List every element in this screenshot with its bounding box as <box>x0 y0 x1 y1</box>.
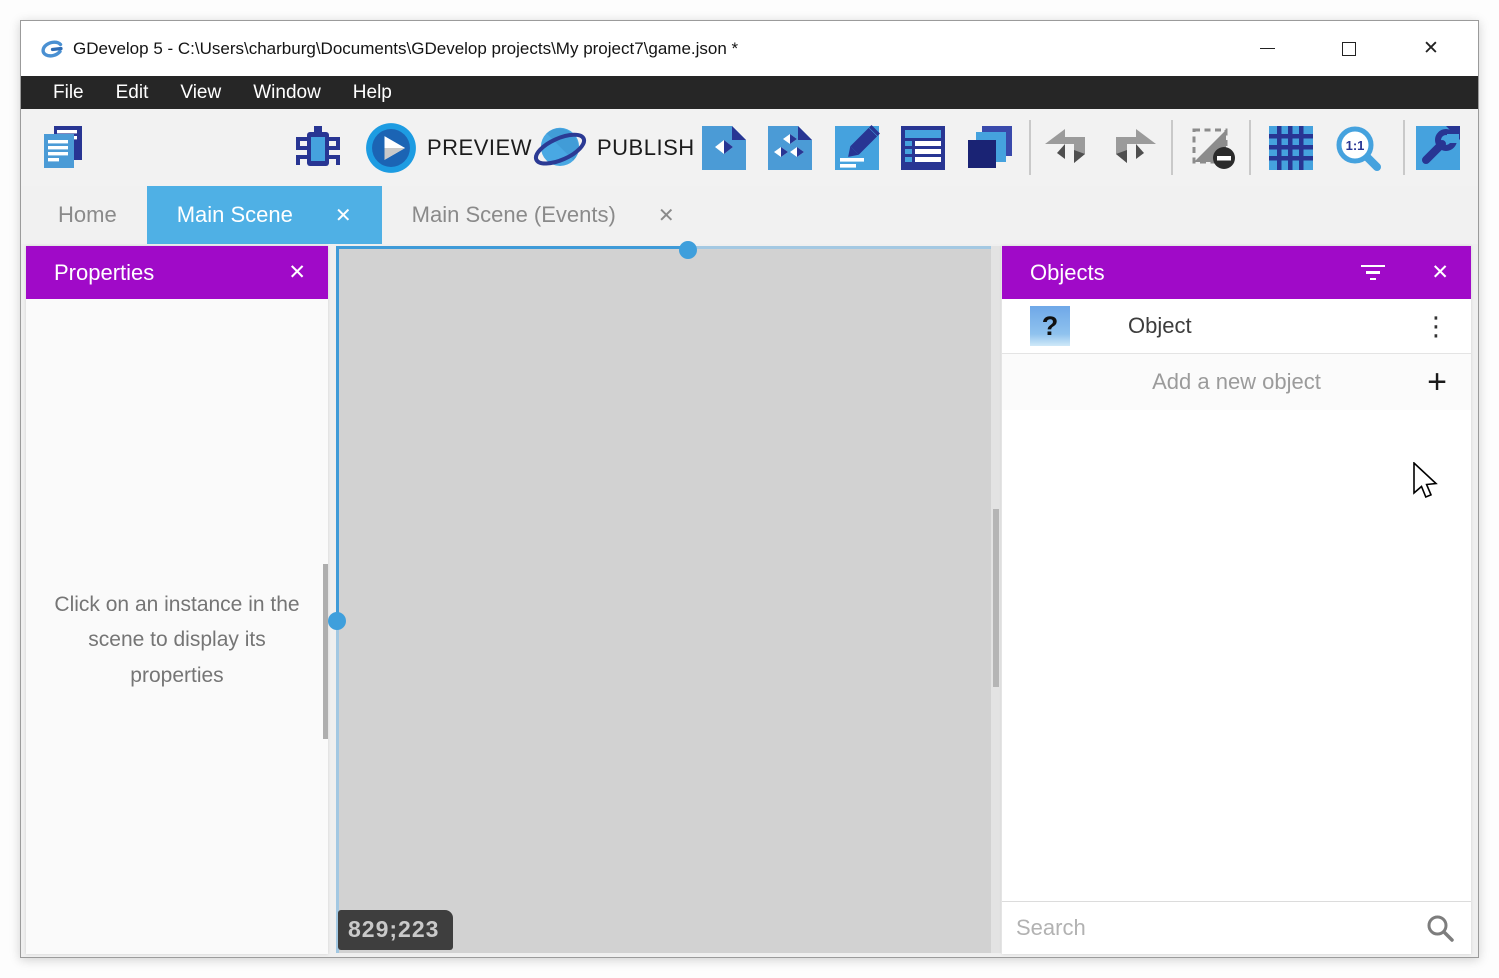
properties-panel-title: Properties <box>54 260 154 286</box>
preview-play-icon <box>365 122 417 174</box>
objects-panel: Objects ✕ ? Object ⋮ Add a new object + <box>1002 246 1471 954</box>
scene-window-border-top <box>336 246 688 249</box>
toggle-grid-button[interactable] <box>1265 122 1317 174</box>
tab-label: Main Scene <box>177 202 293 228</box>
objects-panel-title: Objects <box>1030 260 1105 286</box>
maximize-icon <box>1342 42 1356 56</box>
canvas-vertical-scrollbar[interactable] <box>991 246 1001 953</box>
toggle-window-mask-button[interactable] <box>1186 122 1238 174</box>
events-sheet-button[interactable] <box>897 122 949 174</box>
layers-button[interactable] <box>964 122 1016 174</box>
objects-list-button[interactable] <box>764 122 816 174</box>
gdevelop-logo-icon <box>39 36 65 62</box>
scene-resize-handle-top[interactable] <box>679 241 697 259</box>
publish-label: PUBLISH <box>597 135 695 161</box>
close-button[interactable]: ✕ <box>1411 29 1451 69</box>
more-options-icon[interactable]: ⋮ <box>1423 311 1449 342</box>
objects-list-icon <box>766 124 814 172</box>
tab-close-icon[interactable]: ✕ <box>658 203 675 228</box>
menubar: File Edit View Window Help <box>21 76 1478 109</box>
app-window: GDevelop 5 - C:\Users\charburg\Documents… <box>20 20 1479 958</box>
debugger-button[interactable] <box>292 122 344 174</box>
menu-edit[interactable]: Edit <box>100 76 165 109</box>
cursor-coordinates-badge: 829;223 <box>338 910 453 950</box>
object-name: Object <box>1128 313 1192 339</box>
undo-button[interactable] <box>1041 122 1093 174</box>
settings-wrench-icon <box>1414 124 1462 172</box>
publish-globe-icon <box>533 121 587 175</box>
tab-label: Main Scene (Events) <box>412 202 616 228</box>
settings-button[interactable] <box>1412 122 1464 174</box>
svg-text:1:1: 1:1 <box>1346 138 1365 153</box>
close-icon: ✕ <box>1423 39 1439 58</box>
filter-icon[interactable] <box>1361 265 1385 281</box>
objects-search-bar <box>1002 901 1471 954</box>
scene-window-border-left-extension <box>336 621 339 953</box>
grid-icon <box>1267 124 1315 172</box>
layers-icon <box>966 124 1014 172</box>
edit-scene-icon <box>700 124 748 172</box>
scene-properties-button[interactable] <box>831 122 883 174</box>
preview-button[interactable]: PREVIEW <box>365 122 532 174</box>
zoom-1-1-icon: 1:1 <box>1334 124 1382 172</box>
properties-close-icon[interactable]: ✕ <box>288 260 306 285</box>
project-manager-icon <box>40 124 88 172</box>
search-input[interactable] <box>1016 915 1471 941</box>
window-title: GDevelop 5 - C:\Users\charburg\Documents… <box>73 39 738 59</box>
toolbar-separator <box>1029 120 1031 175</box>
minimize-button[interactable] <box>1247 29 1287 69</box>
object-list-item[interactable]: ? Object ⋮ <box>1002 299 1471 354</box>
zoom-1-1-button[interactable]: 1:1 <box>1332 122 1384 174</box>
scene-resize-handle-left[interactable] <box>328 612 346 630</box>
tab-close-icon[interactable]: ✕ <box>335 203 352 228</box>
objects-empty-space <box>1002 410 1471 901</box>
redo-button[interactable] <box>1108 122 1160 174</box>
properties-body: Click on an instance in the scene to dis… <box>26 299 328 954</box>
objects-panel-header: Objects ✕ <box>1002 246 1471 299</box>
scene-canvas[interactable]: 829;223 <box>336 246 991 953</box>
toolbar-separator <box>1403 120 1405 175</box>
toolbar-separator <box>1171 120 1173 175</box>
undo-icon <box>1043 124 1091 172</box>
properties-panel: Properties ✕ Click on an instance in the… <box>26 246 328 954</box>
menu-window[interactable]: Window <box>237 76 337 109</box>
events-sheet-icon <box>899 124 947 172</box>
preview-label: PREVIEW <box>427 135 532 161</box>
object-thumbnail-icon: ? <box>1030 306 1070 346</box>
properties-panel-header: Properties ✕ <box>26 246 328 299</box>
add-object-row[interactable]: Add a new object + <box>1002 354 1471 410</box>
menu-help[interactable]: Help <box>337 76 408 109</box>
minimize-icon <box>1260 48 1275 49</box>
properties-scrollbar[interactable] <box>323 564 328 739</box>
objects-close-icon[interactable]: ✕ <box>1431 260 1449 285</box>
tabbar: Home Main Scene ✕ Main Scene (Events) ✕ <box>21 186 1478 244</box>
scene-window-border-top-extension <box>688 246 991 249</box>
tab-main-scene[interactable]: Main Scene ✕ <box>147 186 382 244</box>
menu-file[interactable]: File <box>37 76 100 109</box>
toolbar-separator <box>1249 120 1251 175</box>
tab-main-scene-events[interactable]: Main Scene (Events) ✕ <box>382 186 705 244</box>
redo-icon <box>1110 124 1158 172</box>
scene-window-border-left <box>336 246 339 621</box>
add-icon: + <box>1427 365 1447 399</box>
publish-button[interactable]: PUBLISH <box>533 122 695 174</box>
tab-label: Home <box>58 202 117 228</box>
scene-properties-pencil-icon <box>833 124 881 172</box>
properties-empty-message: Click on an instance in the scene to dis… <box>46 587 308 693</box>
window-mask-icon <box>1188 124 1236 172</box>
edit-scene-button[interactable] <box>698 122 750 174</box>
project-manager-button[interactable] <box>38 122 90 174</box>
debugger-icon <box>294 124 342 172</box>
menu-view[interactable]: View <box>164 76 237 109</box>
maximize-button[interactable] <box>1329 29 1369 69</box>
titlebar: GDevelop 5 - C:\Users\charburg\Documents… <box>21 21 1478 76</box>
main-area: Properties ✕ Click on an instance in the… <box>21 244 1478 957</box>
canvas-scrollbar-thumb[interactable] <box>993 509 999 687</box>
search-icon[interactable] <box>1425 913 1455 943</box>
add-object-label: Add a new object <box>1002 369 1471 395</box>
tab-home[interactable]: Home <box>28 186 147 244</box>
toolbar: PREVIEW PUBLISH <box>21 109 1478 186</box>
